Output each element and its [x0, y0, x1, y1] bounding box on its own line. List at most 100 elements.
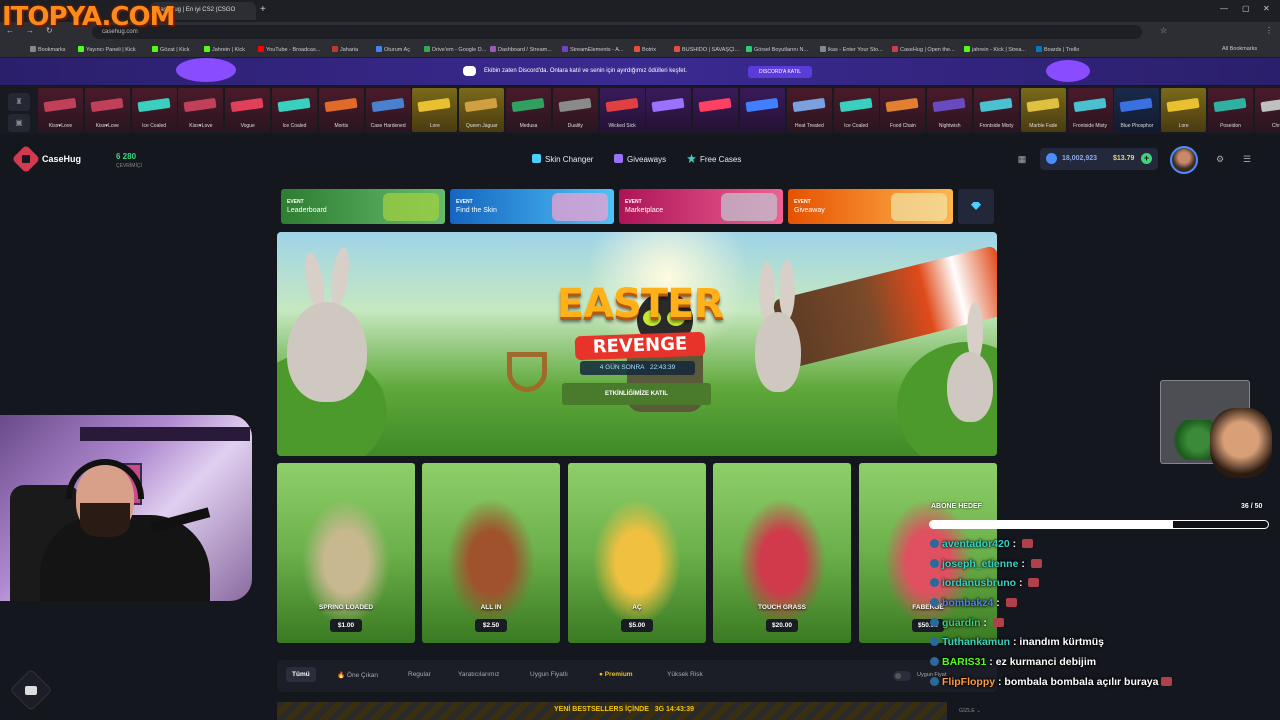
bookmark-link[interactable]: Yayıncı Paneli | Kick [78, 46, 136, 53]
bookmark-link[interactable]: Jahrein | Kick [204, 46, 245, 53]
bookmark-link[interactable]: CaseHug | Open the... [892, 46, 955, 53]
chat-badge-icon [930, 637, 939, 647]
minimize-icon[interactable]: — [1220, 4, 1228, 13]
case-card[interactable]: AÇ $5.00 [568, 463, 706, 643]
join-event-button[interactable]: ETKİNLİĞİMİZE KATIL [562, 383, 711, 405]
live-drop-item[interactable]: Kiss♥Love [178, 88, 224, 132]
bookmark-link[interactable]: BUSHIDO | SAVAŞÇI... [674, 46, 739, 53]
live-drop-item[interactable]: Poseidon [1208, 88, 1253, 132]
star-icon[interactable]: ☆ [1160, 26, 1167, 35]
live-drop-item[interactable]: Kiss♥Love [38, 88, 83, 132]
chat-text: ez kurmanci debijim [995, 656, 1097, 669]
event-card-find-skin[interactable]: EVENT Find the Skin [450, 189, 614, 224]
case-price: $2.50 [475, 619, 507, 632]
event-art [552, 193, 608, 221]
filter-all[interactable]: Tümü [286, 667, 316, 682]
filter-featured[interactable]: 🔥 Öne Çıkan [337, 671, 378, 679]
chat-badge-icon [930, 598, 939, 608]
filter-regular[interactable]: Regular [408, 671, 431, 678]
bookmark-link[interactable]: Boards | Trello [1036, 46, 1079, 53]
filter-premium[interactable]: ● Premium [599, 671, 633, 678]
hamburger-menu-icon[interactable]: ☰ [1239, 151, 1255, 167]
event-tag: EVENT [456, 199, 473, 205]
skin-thumbnail [43, 97, 77, 113]
live-drop-item[interactable]: Duality [552, 88, 598, 132]
case-card[interactable]: TOUCH GRASS $20.00 [713, 463, 851, 643]
live-drop-item[interactable]: Marble Fade [1020, 88, 1066, 132]
chat-bubble-icon [25, 686, 37, 695]
menu-icon[interactable]: ⋮ [1265, 26, 1273, 35]
case-card[interactable]: ALL IN $2.50 [422, 463, 560, 643]
bookmark-link[interactable]: ikas - Enter Your Sto... [820, 46, 883, 53]
join-discord-button[interactable]: DISCORD'A KATIL [748, 66, 812, 78]
close-icon[interactable]: ✕ [1263, 4, 1270, 13]
case-artwork [422, 463, 560, 643]
maximize-icon[interactable]: ▢ [1242, 4, 1250, 13]
live-drop-item[interactable]: Blue Phosphor [1114, 88, 1160, 132]
bookmark-link[interactable]: Botrix [634, 46, 656, 53]
case-card[interactable]: SPRING LOADED $1.00 [277, 463, 415, 643]
inventory-icon[interactable]: ▦ [1014, 151, 1030, 167]
live-drop-item[interactable]: Lore [1161, 88, 1207, 132]
bookmark-link[interactable]: Drive'em - Google D... [424, 46, 486, 53]
bookmark-link[interactable]: StreamElements - A... [562, 46, 624, 53]
bunny-ear [327, 246, 353, 308]
deposit-button[interactable]: + [1141, 153, 1152, 164]
star-icon [687, 154, 696, 163]
bookmark-link[interactable]: Gözat | Kick [152, 46, 190, 53]
bookmark-link[interactable]: Oturum Aç [376, 46, 410, 53]
live-drop-item[interactable]: Ice Coaled [272, 88, 317, 132]
live-drop-item[interactable]: Wicked Sick [599, 88, 645, 132]
bookmark-link[interactable]: YouTube - Broadcas... [258, 46, 320, 53]
live-drop-item[interactable]: Heat Treated [786, 88, 832, 132]
bookmark-link[interactable]: Bookmarks [30, 46, 66, 53]
settings-icon[interactable]: ⚙ [1212, 151, 1228, 167]
live-drop-label: Queen Jaguar [465, 123, 498, 129]
filter-creators[interactable]: Yaratıcılarımız [458, 671, 499, 678]
live-drop-item[interactable] [693, 88, 739, 132]
event-tag: EVENT [625, 199, 642, 205]
drop-filter-icon[interactable]: ▣ [8, 114, 30, 132]
url-field[interactable]: casehug.com [92, 25, 1142, 39]
live-drop-label: Chro [1271, 123, 1280, 129]
brand-name[interactable]: CaseHug [42, 154, 81, 164]
live-drop-item[interactable]: Lore [412, 88, 458, 132]
live-drop-item[interactable]: Case Hardened [365, 88, 411, 132]
live-drop-item[interactable]: Queen Jaguar [459, 88, 505, 132]
event-card-marketplace[interactable]: EVENT Marketplace [619, 189, 783, 224]
live-drop-item[interactable]: Ice Coaled [833, 88, 879, 132]
nav-skin-changer[interactable]: Skin Changer [532, 154, 593, 164]
event-art [721, 193, 777, 221]
bookmark-link[interactable]: jahrein - Kick | Strea... [964, 46, 1026, 53]
event-card-giveaway[interactable]: EVENT Giveaway [788, 189, 953, 224]
chat-message: FlipFloppy : bombala bombala açılır bura… [930, 676, 1275, 696]
live-drop-item[interactable]: Ice Coaled [131, 88, 177, 132]
live-drop-item[interactable]: Vogue [225, 88, 271, 132]
nav-giveaways[interactable]: Giveaways [614, 154, 666, 164]
live-drop-item[interactable]: Medusa [506, 88, 551, 132]
live-drop-item[interactable]: Kiss♥Love [84, 88, 130, 132]
live-drop-item[interactable]: Nightwish [927, 88, 973, 132]
event-card-leaderboard[interactable]: EVENT Leaderboard [281, 189, 445, 224]
live-drop-label: Ice Coaled [282, 123, 307, 129]
bookmark-link[interactable]: Jaharia [332, 46, 358, 53]
bookmark-link[interactable]: Görsel Boyutlarını N... [746, 46, 808, 53]
live-drop-item[interactable]: Frontside Misty [1067, 88, 1113, 132]
skin-thumbnail [885, 97, 919, 113]
live-drop-item[interactable]: Chro [1254, 88, 1280, 132]
filter-high-risk[interactable]: Yüksek Risk [667, 671, 703, 678]
new-tab-button[interactable]: + [260, 4, 266, 15]
all-bookmarks-link[interactable]: All Bookmarks [1222, 46, 1257, 52]
nav-free-cases[interactable]: Free Cases [687, 154, 741, 164]
hide-button[interactable]: GİZLE ⌄ [959, 708, 981, 714]
bookmark-link[interactable]: Dashboard / Stream... [490, 46, 552, 53]
live-drop-item[interactable]: Frontside Misty [974, 88, 1019, 132]
live-drop-item[interactable]: Mortis [318, 88, 364, 132]
user-filter-icon[interactable]: ♜ [8, 93, 30, 111]
live-drop-item[interactable]: Food Chain [880, 88, 926, 132]
live-drop-item[interactable] [740, 88, 785, 132]
bookmark-icon [892, 46, 898, 52]
filter-affordable[interactable]: Uygun Fiyatlı [530, 671, 568, 678]
avatar[interactable] [1170, 146, 1198, 174]
live-drop-item[interactable] [646, 88, 692, 132]
